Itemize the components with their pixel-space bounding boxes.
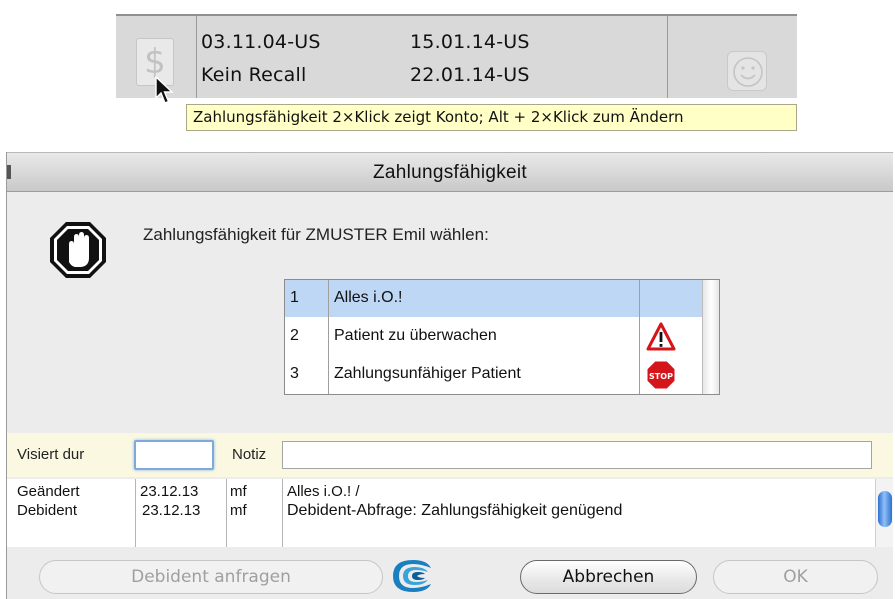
option-label: Alles i.O.! [334, 289, 403, 306]
payment-status-dialog: Zahlungsfähigkeit Zahlungsfähigkeit für … [6, 152, 893, 599]
table-cell: mf [230, 502, 247, 519]
scroll-thumb[interactable] [878, 491, 892, 527]
option-label: Patient zu überwachen [334, 327, 497, 344]
table-cell: Debident [17, 502, 78, 519]
recall-status: Kein Recall [201, 64, 307, 86]
date-1: 03.11.04-US [201, 31, 321, 53]
smiley-button[interactable] [727, 51, 767, 91]
list-item[interactable]: 1 Alles i.O.! [285, 280, 703, 317]
visiert-label: Visiert dur [17, 446, 85, 463]
table-cell: 23.12.13 [140, 483, 199, 500]
stop-sign-icon: STOP [646, 360, 676, 390]
mouse-cursor-icon [155, 76, 174, 104]
list-item[interactable]: 3 Zahlungsunfähiger Patient STOP [285, 356, 703, 393]
table-cell: 23.12.13 [142, 502, 201, 519]
column-divider [282, 479, 283, 547]
visiert-input[interactable] [134, 440, 214, 470]
notiz-input[interactable] [282, 441, 872, 469]
title-bar[interactable]: Zahlungsfähigkeit [7, 152, 893, 192]
smiley-icon [733, 57, 763, 87]
visier-row: Visiert dur Notiz [7, 433, 893, 477]
prompt-text: Zahlungsfähigkeit für ZMUSTER Emil wähle… [143, 225, 489, 244]
dialog-title: Zahlungsfähigkeit [372, 162, 528, 183]
date-2: 15.01.14-US [410, 31, 530, 53]
list-item[interactable]: 2 Patient zu überwachen [285, 318, 703, 355]
column-divider [639, 280, 640, 394]
history-table: Geändert Debident 23.12.13 23.12.13 mf m… [7, 479, 893, 547]
option-number: 3 [290, 365, 299, 382]
stop-sign-text: STOP [649, 372, 673, 381]
table-cell: Debident-Abfrage: Zahlungsfähigkeit genü… [287, 502, 623, 519]
table-cell: mf [230, 483, 247, 500]
list-scrollbar[interactable] [702, 280, 719, 394]
tooltip: Zahlungsfähigkeit 2×Klick zeigt Konto; A… [186, 104, 797, 131]
option-number: 2 [290, 327, 299, 344]
table-cell: Alles i.O.! / [287, 483, 360, 500]
stop-hand-icon [50, 222, 106, 278]
warning-triangle-icon [646, 322, 676, 351]
ok-button[interactable]: OK [713, 560, 878, 594]
date-3: 22.01.14-US [410, 64, 530, 86]
table-cell: Geändert [17, 483, 80, 500]
option-number: 1 [290, 289, 299, 306]
cancel-button[interactable]: Abbrechen [520, 560, 697, 594]
column-divider [328, 280, 329, 394]
payment-status-list[interactable]: 1 Alles i.O.! 2 Patient zu überwachen 3 … [284, 279, 720, 395]
patient-row-strip: $ 03.11.04-US Kein Recall 15.01.14-US 22… [116, 14, 797, 98]
debident-request-button[interactable]: Debident anfragen [39, 560, 383, 594]
history-scrollbar[interactable] [875, 479, 893, 547]
notiz-label: Notiz [232, 446, 267, 463]
cell-divider [667, 16, 668, 98]
option-label: Zahlungsunfähiger Patient [334, 365, 521, 382]
cell-divider [196, 16, 197, 98]
column-divider [135, 479, 136, 547]
column-divider [226, 479, 227, 547]
debident-logo-icon [393, 560, 431, 592]
